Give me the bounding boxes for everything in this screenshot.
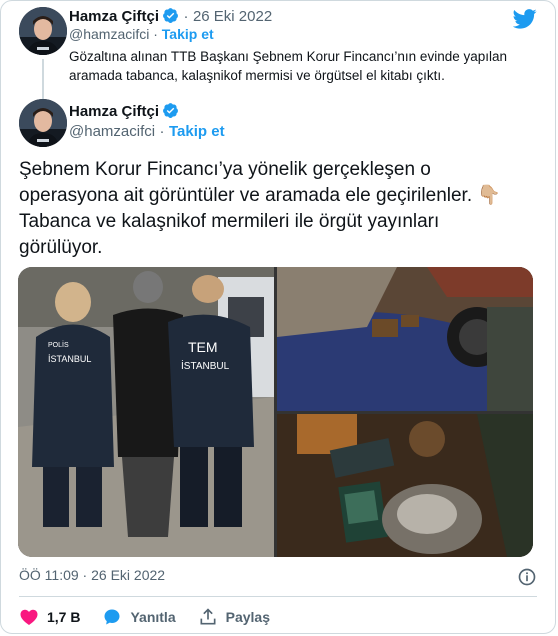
twitter-bird-icon[interactable] (513, 9, 537, 29)
vest-text: POLİS (48, 340, 69, 349)
divider (19, 596, 537, 597)
author-handle[interactable]: @hamzacifci (69, 26, 149, 42)
tweet-text-line: Tabanca ve kalaşnikof mermileri ile örgü… (19, 211, 440, 232)
separator: · (159, 123, 165, 140)
reply-icon (104, 609, 120, 625)
tweet-text-line: Şebnem Korur Fincancı’ya yönelik gerçekl… (19, 159, 431, 180)
vest-text: İSTANBUL (48, 354, 91, 364)
quoted-header: Hamza Çiftçi · 26 Eki 2022 (69, 7, 272, 26)
tweet-text: Şebnem Korur Fincancı’ya yönelik gerçekl… (19, 157, 539, 261)
avatar[interactable] (19, 99, 67, 147)
tweet-embed-card: Hamza Çiftçi · 26 Eki 2022 @hamzacifci ·… (0, 0, 556, 634)
tweet-timestamp[interactable]: ÖÖ 11:09 · 26 Eki 2022 (19, 567, 165, 583)
photo-arrest[interactable]: İSTANBUL POLİS TEM İSTANBUL (18, 267, 274, 557)
main-header: Hamza Çiftçi (69, 102, 179, 121)
like-button[interactable]: 1,7 B (19, 607, 80, 627)
author-handle[interactable]: @hamzacifci (69, 123, 155, 140)
tweet-text-line: operasyona ait görüntüler ve aramada ele… (19, 185, 502, 206)
heart-icon (20, 609, 38, 625)
media-grid: İSTANBUL POLİS TEM İSTANBUL (18, 267, 533, 557)
verified-badge-icon (163, 8, 178, 23)
avatar[interactable] (19, 7, 67, 55)
share-button[interactable]: Paylaş (198, 607, 270, 627)
tweet-text-line: görülüyor. (19, 237, 103, 258)
author-name[interactable]: Hamza Çiftçi (69, 8, 159, 25)
action-bar: 1,7 B Yanıtla Paylaş (19, 607, 292, 627)
separator: · (183, 8, 189, 25)
photo-search[interactable] (277, 267, 533, 411)
quoted-handle-row: @hamzacifci · Takip et (69, 26, 214, 42)
quoted-tweet-text: Gözaltına alınan TTB Başkanı Şebnem Koru… (69, 49, 507, 83)
main-handle-row: @hamzacifci · Takip et (69, 123, 225, 141)
separator: · (153, 26, 158, 42)
verified-badge-icon (163, 103, 178, 118)
photo-items[interactable] (277, 414, 533, 557)
reply-button[interactable]: Yanıtla (102, 607, 176, 627)
info-icon[interactable] (517, 567, 537, 587)
follow-button[interactable]: Takip et (162, 26, 214, 42)
tweet-date[interactable]: 26 Eki 2022 (193, 8, 272, 25)
vest-text: TEM (188, 339, 218, 355)
reply-label: Yanıtla (130, 609, 176, 625)
author-name[interactable]: Hamza Çiftçi (69, 103, 159, 120)
share-label: Paylaş (225, 609, 270, 625)
vest-text: İSTANBUL (181, 359, 230, 372)
follow-button[interactable]: Takip et (169, 123, 225, 140)
thread-line (42, 59, 44, 99)
like-count: 1,7 B (47, 609, 81, 625)
share-icon (200, 608, 216, 625)
